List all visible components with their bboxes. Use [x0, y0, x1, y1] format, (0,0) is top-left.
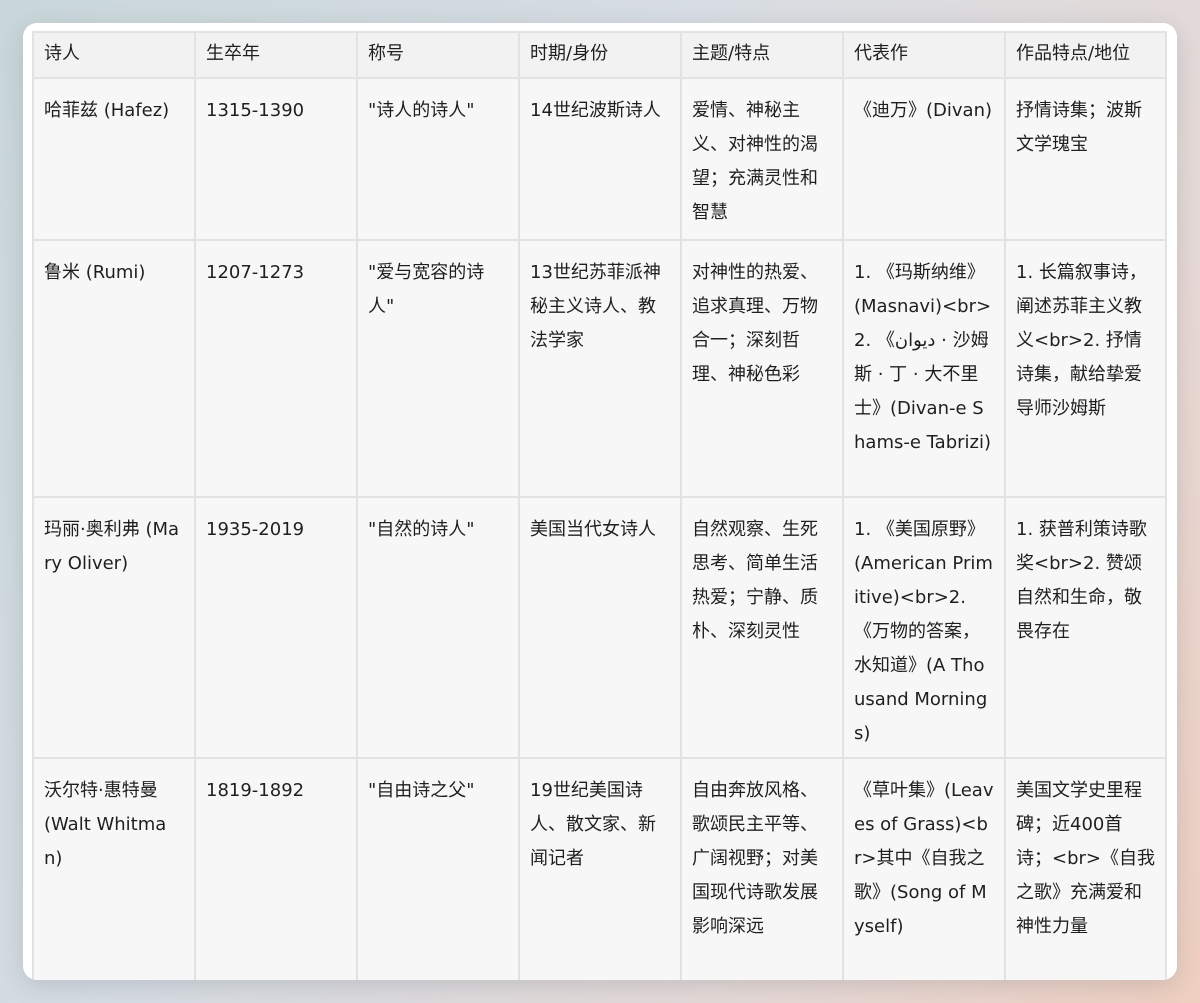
cell-title: "自然的诗人" — [356, 496, 520, 759]
cell-themes: 自然观察、生死思考、简单生活热爱；宁静、质朴、深刻灵性 — [680, 496, 844, 759]
cell-period: 14世纪波斯诗人 — [518, 77, 682, 241]
table-row: 玛丽·奥利弗 (Mary Oliver) 1935-2019 "自然的诗人" 美… — [32, 496, 1167, 759]
cell-themes: 自由奔放风格、歌颂民主平等、广阔视野；对美国现代诗歌发展影响深远 — [680, 757, 844, 980]
cell-title: "爱与宽容的诗人" — [356, 239, 520, 498]
cell-title: "自由诗之父" — [356, 757, 520, 980]
cell-works: 1. 《玛斯纳维》(Masnavi)<br>2. 《ديوان · 沙姆斯 · … — [842, 239, 1006, 498]
header-title: 称号 — [356, 31, 520, 79]
cell-themes: 对神性的热爱、追求真理、万物合一；深刻哲理、神秘色彩 — [680, 239, 844, 498]
cell-period: 13世纪苏菲派神秘主义诗人、教法学家 — [518, 239, 682, 498]
cell-poet: 玛丽·奥利弗 (Mary Oliver) — [32, 496, 196, 759]
header-period: 时期/身份 — [518, 31, 682, 79]
cell-poet: 沃尔特·惠特曼 (Walt Whitman) — [32, 757, 196, 980]
poets-table: 诗人 生卒年 称号 时期/身份 主题/特点 代表作 作品特点/地位 哈菲兹 (H… — [32, 31, 1167, 980]
cell-years: 1207-1273 — [194, 239, 358, 498]
cell-works: 《草叶集》(Leaves of Grass)<br>其中《自我之歌》(Song … — [842, 757, 1006, 980]
table-row: 哈菲兹 (Hafez) 1315-1390 "诗人的诗人" 14世纪波斯诗人 爱… — [32, 77, 1167, 241]
cell-years: 1819-1892 — [194, 757, 358, 980]
cell-period: 19世纪美国诗人、散文家、新闻记者 — [518, 757, 682, 980]
header-years: 生卒年 — [194, 31, 358, 79]
header-status: 作品特点/地位 — [1004, 31, 1167, 79]
cell-years: 1315-1390 — [194, 77, 358, 241]
cell-poet: 鲁米 (Rumi) — [32, 239, 196, 498]
cell-works: 《迪万》(Divan) — [842, 77, 1006, 241]
header-row: 诗人 生卒年 称号 时期/身份 主题/特点 代表作 作品特点/地位 — [32, 31, 1167, 79]
cell-title: "诗人的诗人" — [356, 77, 520, 241]
cell-period: 美国当代女诗人 — [518, 496, 682, 759]
table-card: 诗人 生卒年 称号 时期/身份 主题/特点 代表作 作品特点/地位 哈菲兹 (H… — [23, 23, 1177, 980]
header-themes: 主题/特点 — [680, 31, 844, 79]
table-container: 诗人 生卒年 称号 时期/身份 主题/特点 代表作 作品特点/地位 哈菲兹 (H… — [32, 31, 1167, 980]
cell-status: 1. 长篇叙事诗，阐述苏菲主义教义<br>2. 抒情诗集，献给挚爱导师沙姆斯 — [1004, 239, 1167, 498]
cell-poet: 哈菲兹 (Hafez) — [32, 77, 196, 241]
cell-years: 1935-2019 — [194, 496, 358, 759]
header-poet: 诗人 — [32, 31, 196, 79]
table-row: 沃尔特·惠特曼 (Walt Whitman) 1819-1892 "自由诗之父"… — [32, 757, 1167, 980]
cell-status: 抒情诗集；波斯文学瑰宝 — [1004, 77, 1167, 241]
cell-works: 1. 《美国原野》(American Primitive)<br>2. 《万物的… — [842, 496, 1006, 759]
cell-status: 美国文学史里程碑；近400首诗；<br>《自我之歌》充满爱和神性力量 — [1004, 757, 1167, 980]
table-row: 鲁米 (Rumi) 1207-1273 "爱与宽容的诗人" 13世纪苏菲派神秘主… — [32, 239, 1167, 498]
cell-themes: 爱情、神秘主义、对神性的渴望；充满灵性和智慧 — [680, 77, 844, 241]
cell-status: 1. 获普利策诗歌奖<br>2. 赞颂自然和生命，敬畏存在 — [1004, 496, 1167, 759]
header-works: 代表作 — [842, 31, 1006, 79]
